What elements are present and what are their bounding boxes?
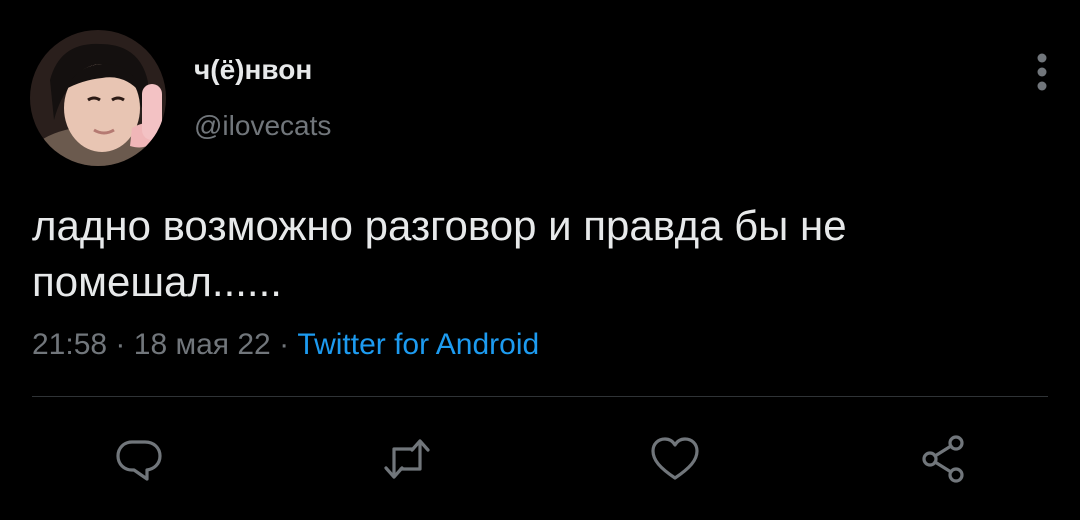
like-button[interactable] bbox=[648, 432, 702, 486]
retweet-icon bbox=[384, 439, 430, 479]
tweet-time: 21:58 bbox=[32, 328, 108, 361]
avatar[interactable] bbox=[30, 30, 166, 166]
tweet-metadata: 21:58 · 18 мая 22 · Twitter for Android bbox=[32, 328, 539, 362]
display-name[interactable]: ч(ё)нвон bbox=[194, 54, 312, 86]
retweet-button[interactable] bbox=[380, 432, 434, 486]
more-vertical-icon bbox=[1037, 53, 1047, 91]
avatar-image bbox=[30, 30, 166, 166]
tweet-source-link[interactable]: Twitter for Android bbox=[297, 328, 539, 361]
separator-dot: · bbox=[279, 328, 290, 361]
separator-dot: · bbox=[115, 328, 126, 361]
reply-icon bbox=[116, 440, 162, 481]
share-button[interactable] bbox=[916, 432, 970, 486]
divider bbox=[32, 396, 1048, 397]
reply-button[interactable] bbox=[112, 432, 166, 486]
like-icon bbox=[651, 437, 699, 480]
tweet-text: ладно возможно разговор и правда бы не п… bbox=[32, 202, 847, 305]
share-icon bbox=[922, 435, 964, 483]
username-handle[interactable]: @ilovecats bbox=[194, 110, 331, 142]
tweet-date: 18 мая 22 bbox=[133, 328, 271, 361]
more-options-button[interactable] bbox=[1024, 50, 1060, 94]
tweet-detail: ч(ё)нвон @ilovecats ладно возможно разго… bbox=[0, 0, 1080, 520]
